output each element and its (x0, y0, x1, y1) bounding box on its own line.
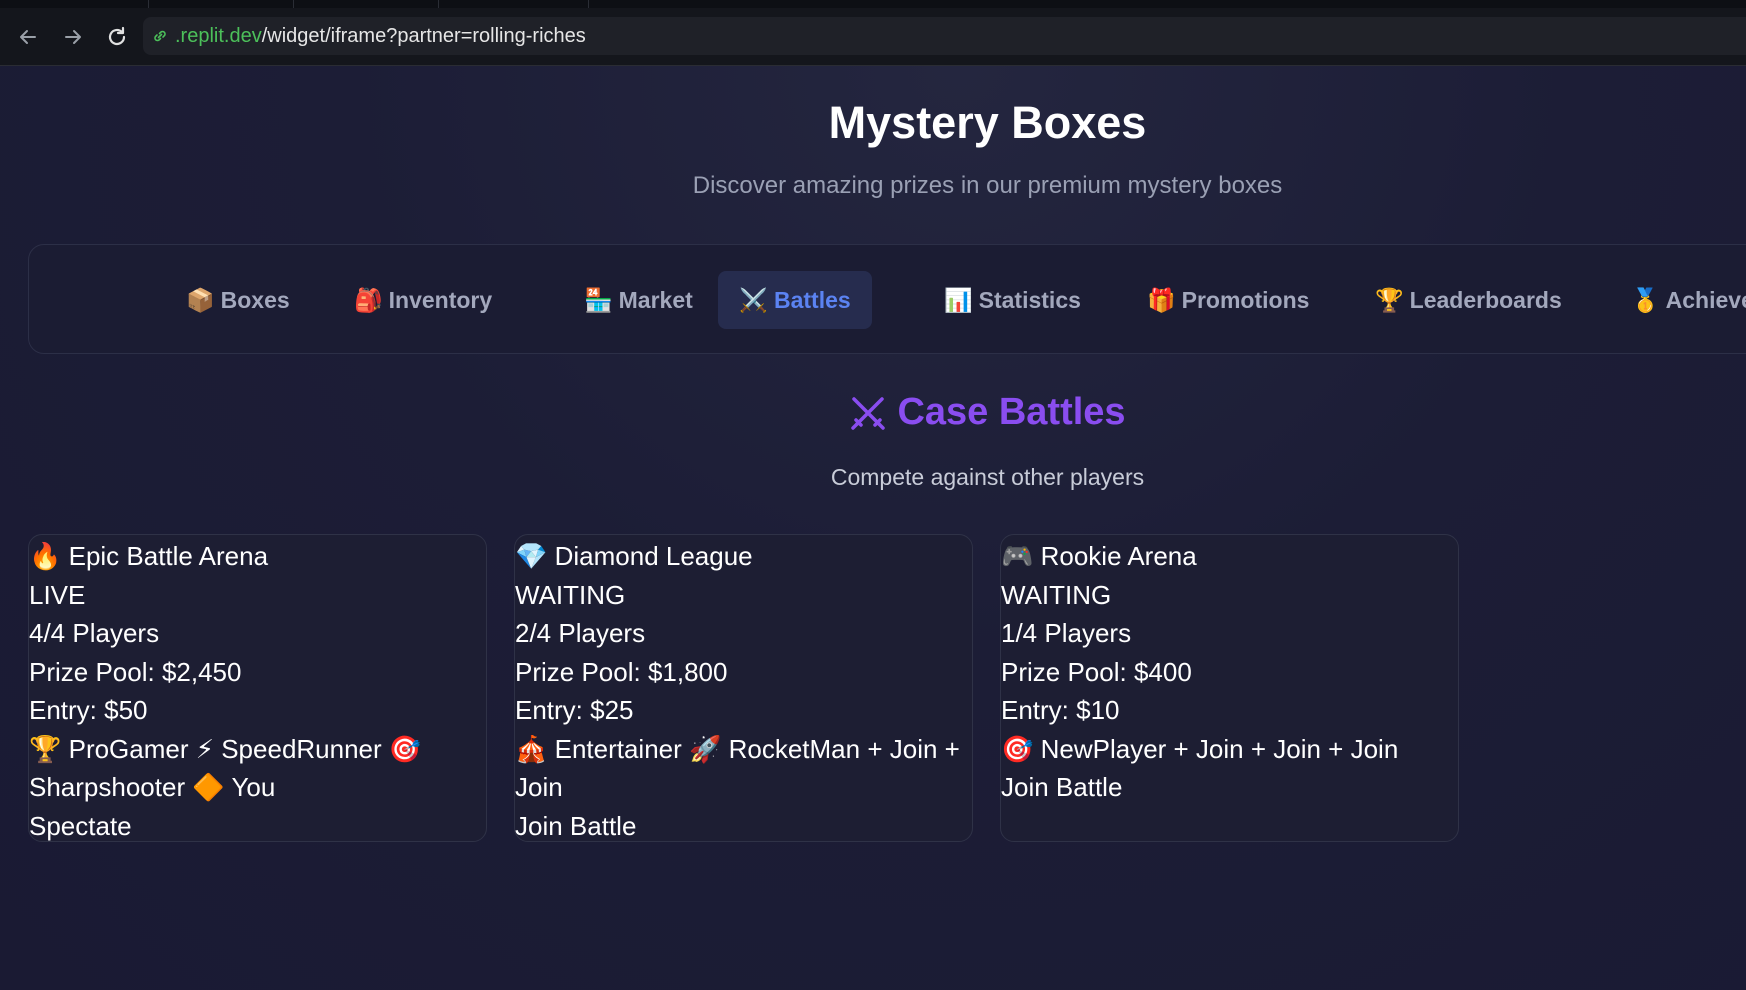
link-icon (154, 30, 166, 42)
battle-players: 2/4 Players (515, 618, 646, 648)
battle-roster: 🏆 ProGamer ⚡ SpeedRunner 🎯 Sharpshooter … (29, 733, 422, 803)
battle-card: 🔥 Epic Battle Arena LIVE 4/4 Players Pri… (28, 534, 487, 842)
tab-battles[interactable]: ⚔️ Battles (718, 271, 872, 329)
url-path: /widget/iframe?partner=rolling-riches (261, 24, 586, 47)
gift-icon: 🎁 (1147, 286, 1176, 313)
battle-status: WAITING (1001, 579, 1112, 610)
battle-roster: 🎪 Entertainer 🚀 RocketMan + Join + Join (515, 733, 960, 803)
tab-boxes[interactable]: 📦 Boxes (164, 271, 312, 329)
tab-label: Inventory (388, 286, 493, 313)
browser-toolbar: .replit.dev/widget/iframe?partner=rollin… (0, 8, 1746, 66)
tab-label: Achieveme (1665, 286, 1746, 313)
arrow-left-icon (20, 30, 36, 44)
battle-prize-pool: Prize Pool: $400 (1001, 656, 1192, 687)
reload-icon (108, 26, 126, 46)
reload-button[interactable] (102, 22, 132, 52)
store-icon: 🏪 (584, 286, 613, 313)
battle-card: 🎮 Rookie Arena WAITING 1/4 Players Prize… (1000, 534, 1459, 842)
spectate-button[interactable]: Spectate (29, 807, 486, 846)
forward-button[interactable] (58, 22, 88, 52)
browser-tab[interactable] (0, 0, 149, 8)
medal-icon: 🥇 (1631, 286, 1660, 313)
tab-label: Battles (773, 286, 851, 313)
battle-roster: 🎯 NewPlayer + Join + Join + Join (1001, 733, 1399, 764)
battle-players: 4/4 Players (29, 618, 160, 648)
section-title-text: Case Battles (897, 391, 1126, 433)
tab-label: Promotions (1181, 286, 1310, 313)
box-icon: 📦 (186, 286, 215, 313)
battle-prize-pool: Prize Pool: $1,800 (515, 656, 728, 687)
tab-statistics[interactable]: 📊 Statistics (922, 271, 1103, 329)
page-subtitle: Discover amazing prizes in our premium m… (692, 172, 1283, 199)
address-bar[interactable]: .replit.dev/widget/iframe?partner=rollin… (143, 17, 1746, 55)
browser-tab[interactable] (293, 0, 439, 8)
tab-label: Leaderboards (1409, 286, 1562, 313)
browser-tab[interactable] (148, 0, 294, 8)
battle-entry: Entry: $25 (515, 695, 634, 725)
battle-name: 🎮 Rookie Arena (1001, 541, 1197, 571)
battle-status: LIVE (29, 579, 86, 610)
page-title: Mystery Boxes (828, 97, 1147, 148)
battle-name: 🔥 Epic Battle Arena (29, 541, 269, 571)
browser-tab-strip (0, 0, 1746, 8)
backpack-icon: 🎒 (354, 286, 383, 313)
swords-icon: ⚔️ (739, 286, 768, 313)
url-host: .replit.dev (175, 24, 262, 47)
trophy-icon: 🏆 (1375, 286, 1404, 313)
battle-players: 1/4 Players (1001, 618, 1132, 648)
tab-achievements[interactable]: 🥇Achieveme (1609, 271, 1746, 329)
battle-entry: Entry: $50 (29, 695, 148, 725)
navigation-tabs: 📦 Boxes 🎒 Inventory 🏪 Market ⚔️ Battles 📊 Sta… (28, 244, 1746, 354)
tab-label: Statistics (978, 286, 1081, 313)
join-battle-button[interactable]: Join Battle (1001, 768, 1458, 807)
tab-inventory[interactable]: 🎒 Inventory (332, 271, 514, 329)
battle-entry: Entry: $10 (1001, 695, 1120, 725)
browser-tab[interactable] (438, 0, 589, 8)
battle-status: WAITING (515, 579, 626, 610)
tab-label: Boxes (220, 286, 290, 313)
battle-card: 💎 Diamond League WAITING 2/4 Players Pri… (514, 534, 973, 842)
back-button[interactable] (13, 22, 43, 52)
battle-prize-pool: Prize Pool: $2,450 (29, 656, 242, 687)
section-title: Case Battles (0, 391, 1746, 434)
tab-market[interactable]: 🏪 Market (562, 271, 715, 329)
join-battle-button[interactable]: Join Battle (515, 807, 972, 846)
bar-chart-icon: 📊 (944, 286, 973, 313)
tab-promotions[interactable]: 🎁 Promotions (1125, 271, 1331, 329)
battle-name: 💎 Diamond League (515, 541, 753, 571)
page-content: Mystery Boxes Discover amazing prizes in… (0, 66, 1746, 990)
crossed-swords-icon (851, 396, 886, 430)
tab-leaderboards[interactable]: 🏆 Leaderboards (1353, 271, 1584, 329)
url-text: .replit.dev/widget/iframe?partner=rollin… (175, 25, 586, 48)
arrow-right-icon (65, 30, 81, 44)
tab-label: Market (618, 286, 693, 313)
section-subtitle: Compete against other players (830, 464, 1145, 490)
